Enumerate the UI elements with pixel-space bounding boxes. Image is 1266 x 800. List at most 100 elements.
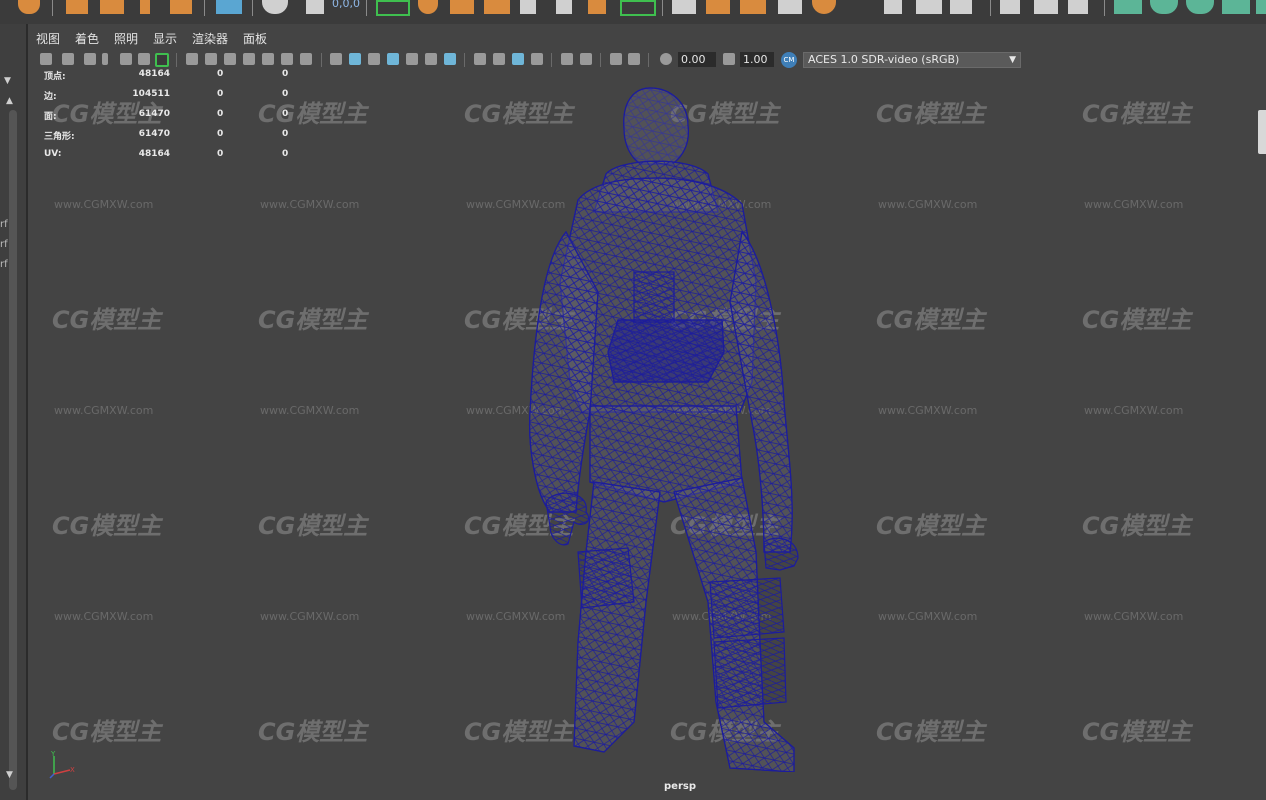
grease-pencil-icon[interactable] (138, 53, 150, 65)
shelf-sphere-icon[interactable] (418, 0, 438, 14)
hud-value: 0 (282, 129, 289, 139)
shelf-lasso-icon[interactable] (100, 0, 124, 14)
view-transform-label: ACES 1.0 SDR-video (sRGB) (808, 53, 960, 66)
xray-joints-icon[interactable] (610, 53, 622, 65)
shelf-target-weld-icon[interactable] (812, 0, 836, 14)
outliner-item-label[interactable]: rf (0, 240, 8, 250)
xray-active-components-icon[interactable] (628, 53, 640, 65)
shelf-polygon-icon[interactable] (18, 0, 40, 14)
shelf-cube-icon[interactable] (450, 0, 474, 14)
shelf-bevel-icon[interactable] (520, 0, 536, 14)
hud-row-edges: 边: 104511 0 0 (44, 89, 304, 109)
exposure-field[interactable]: 0.00 (678, 52, 716, 67)
shelf-uv-unfold-icon[interactable] (1150, 0, 1178, 14)
right-edge-tab[interactable] (1258, 110, 1266, 154)
hud-value: 104511 (132, 89, 170, 99)
shelf-triangulate-icon[interactable] (916, 0, 942, 14)
panel-dropdown-arrow-icon[interactable]: ▼ (4, 76, 11, 86)
menu-renderer[interactable]: 渲染器 (192, 30, 228, 47)
shelf-separator (204, 0, 205, 16)
watermark-logo: CG模型主 (1082, 306, 1192, 334)
menu-lighting[interactable]: 照明 (114, 30, 138, 47)
smooth-shade-icon[interactable] (349, 53, 361, 65)
menu-shading[interactable]: 着色 (75, 30, 99, 47)
motion-blur-icon[interactable] (493, 53, 505, 65)
watermark-url: www.CGMXW.com (260, 404, 360, 417)
bookmark-icon[interactable] (84, 53, 96, 65)
menu-view[interactable]: 视图 (36, 30, 60, 47)
shelf-combine-icon[interactable] (376, 0, 410, 16)
shelf-select-icon[interactable] (66, 0, 88, 14)
wireframe-character-model[interactable] (494, 82, 814, 772)
depth-of-field-icon[interactable] (531, 53, 543, 65)
axis-gizmo-icon: Y X (49, 750, 75, 779)
axis-y-label: Y (50, 750, 56, 758)
left-panel-scrollbar[interactable] (9, 110, 17, 790)
default-material-icon[interactable] (368, 53, 380, 65)
shadows-icon[interactable] (444, 53, 456, 65)
shelf-uv-cut-icon[interactable] (1222, 0, 1250, 14)
shelf-uv-planar-icon[interactable] (1186, 0, 1214, 14)
hud-row-triangles: 三角形: 61470 0 0 (44, 129, 304, 149)
shelf-uv-sew-icon[interactable] (1256, 0, 1266, 14)
gamma-icon[interactable] (723, 53, 735, 65)
scroll-up-arrow-icon[interactable]: ▲ (6, 96, 13, 106)
color-management-icon[interactable]: CM (781, 52, 797, 68)
safe-action-icon[interactable] (281, 53, 293, 65)
shelf-uv-layout-icon[interactable] (1114, 0, 1142, 14)
menu-panels[interactable]: 面板 (243, 30, 267, 47)
shelf-bridge-icon[interactable] (620, 0, 656, 16)
shelf-separator (252, 0, 253, 16)
multisample-aa-icon[interactable] (512, 53, 524, 65)
film-gate-icon[interactable] (205, 53, 217, 65)
shelf-eye-icon[interactable] (262, 0, 288, 14)
field-chart-icon[interactable] (262, 53, 274, 65)
use-all-lights-icon[interactable] (425, 53, 437, 65)
shelf-mirror-icon[interactable] (484, 0, 510, 14)
textured-icon[interactable] (406, 53, 418, 65)
gamma-field[interactable]: 1.00 (740, 52, 774, 67)
shelf-separator (990, 0, 991, 16)
exposure-icon[interactable] (660, 53, 672, 65)
2d-pan-zoom-icon[interactable] (120, 53, 132, 65)
shelf-scale-icon[interactable] (170, 0, 192, 14)
menu-show[interactable]: 显示 (153, 30, 177, 47)
shelf-drop-icon[interactable] (884, 0, 902, 14)
shelf-quadrangulate-icon[interactable] (950, 0, 972, 14)
poly-count-hud: 顶点: 48164 0 0 边: 104511 0 0 面: 61470 0 0… (44, 69, 304, 169)
resolution-gate-icon[interactable] (224, 53, 236, 65)
isolate-select-icon[interactable] (561, 53, 573, 65)
shelf-fill-hole-icon[interactable] (740, 0, 766, 14)
xray-icon[interactable] (580, 53, 592, 65)
paint-brush-icon[interactable] (155, 53, 169, 67)
watermark-logo: CG模型主 (52, 306, 162, 334)
shelf-merge-icon[interactable] (672, 0, 696, 14)
scroll-down-arrow-icon[interactable]: ▼ (6, 770, 13, 780)
hud-value: 0 (282, 149, 289, 159)
image-plane-icon[interactable] (102, 53, 108, 65)
shelf-cut-icon[interactable] (778, 0, 802, 14)
shelf-grid-icon[interactable] (556, 0, 572, 14)
shelf-curve-icon[interactable] (1068, 0, 1088, 14)
3d-viewport[interactable]: 视图 着色 照明 显示 渲染器 面板 0.00 1.00 CM ACES 1.0… (28, 24, 1266, 800)
wireframe-on-shaded-icon[interactable] (387, 53, 399, 65)
outliner-item-label[interactable]: rf (0, 220, 8, 230)
shelf-uv-editor-icon[interactable] (216, 0, 242, 14)
screen-space-ao-icon[interactable] (474, 53, 486, 65)
shelf-split-icon[interactable] (706, 0, 730, 14)
shelf-coords-label: 0,0,0 (332, 0, 360, 10)
shelf-move-icon[interactable] (140, 0, 150, 14)
shelf-pen-icon[interactable] (1000, 0, 1020, 14)
shelf-path-icon[interactable] (1034, 0, 1058, 14)
gate-mask-icon[interactable] (243, 53, 255, 65)
shelf-reset-transform-icon[interactable] (306, 0, 324, 14)
select-camera-icon[interactable] (40, 53, 52, 65)
safe-title-icon[interactable] (300, 53, 312, 65)
camera-attributes-icon[interactable] (62, 53, 74, 65)
wireframe-shading-icon[interactable] (330, 53, 342, 65)
view-transform-dropdown[interactable]: ACES 1.0 SDR-video (sRGB) ▼ (803, 52, 1021, 68)
outliner-item-label[interactable]: rf (0, 260, 8, 270)
grid-icon[interactable] (186, 53, 198, 65)
shelf-extrude-icon[interactable] (588, 0, 606, 14)
hud-label: 边: (44, 92, 57, 102)
